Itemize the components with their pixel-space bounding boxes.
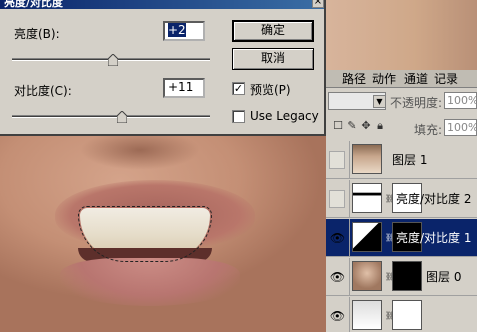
- tab-channels[interactable]: 通道: [402, 70, 430, 88]
- contrast-slider-thumb[interactable]: [116, 111, 127, 123]
- layer-row[interactable]: ⛓ 亮度/对比度 2: [326, 180, 477, 218]
- layer-name[interactable]: 图层 0: [426, 258, 461, 296]
- layer-thumbnail: [352, 300, 382, 330]
- ok-button[interactable]: 确定: [232, 20, 314, 42]
- lock-all-icon[interactable]: 🔒︎: [374, 120, 386, 132]
- photo-lower-lip: [60, 258, 240, 306]
- visibility-box[interactable]: [329, 151, 345, 169]
- contrast-label: 对比度(C):: [14, 84, 72, 98]
- tab-actions[interactable]: 动作: [370, 70, 398, 88]
- tab-history[interactable]: 记录: [432, 70, 460, 88]
- preview-label[interactable]: 预览(P): [250, 81, 291, 98]
- preview-checkbox[interactable]: ✓: [232, 82, 245, 95]
- mask-thumbnail[interactable]: [392, 300, 422, 330]
- contrast-slider-track[interactable]: [12, 115, 210, 118]
- visibility-toggle[interactable]: [326, 180, 350, 218]
- eye-icon[interactable]: 👁︎: [326, 258, 350, 296]
- visibility-toggle[interactable]: [326, 141, 350, 179]
- eye-icon[interactable]: 👁︎: [326, 219, 350, 257]
- blend-mode-select[interactable]: ▼: [328, 92, 386, 110]
- layer-name[interactable]: 图层 1: [392, 141, 427, 179]
- lock-transparent-icon[interactable]: ☐: [332, 120, 344, 132]
- lock-paint-icon[interactable]: ✎: [346, 120, 358, 132]
- adjustment-thumbnail: [352, 222, 382, 252]
- layer-row[interactable]: 👁︎ ⛓ 图层 0: [326, 258, 477, 296]
- brightness-field[interactable]: +2: [163, 21, 205, 41]
- link-icon[interactable]: ⛓: [385, 194, 395, 204]
- brightness-label: 亮度(B):: [14, 27, 60, 41]
- opacity-label: 不透明度:: [390, 96, 443, 110]
- layer-thumbnail: [352, 144, 382, 174]
- use-legacy-label[interactable]: Use Legacy: [250, 109, 319, 123]
- panel-tab-bar: 路径 动作 通道 记录: [326, 70, 477, 88]
- visibility-box[interactable]: [329, 190, 345, 208]
- checkmark-icon: ✓: [233, 82, 244, 95]
- eye-icon[interactable]: 👁︎: [326, 297, 350, 332]
- fill-label: 填充:: [414, 123, 443, 137]
- photo-skin-top: [320, 0, 477, 70]
- lock-move-icon[interactable]: ✥: [360, 120, 372, 132]
- adjustment-thumbnail: [352, 183, 382, 213]
- dialog-title[interactable]: 亮度/对比度: [0, 0, 324, 9]
- link-icon[interactable]: ⛓: [385, 311, 395, 321]
- brightness-slider-thumb[interactable]: [107, 54, 118, 66]
- brightness-contrast-dialog: 亮度/对比度 × 亮度(B): +2 对比度(C): +11 确定 取消 ✓ 预…: [0, 0, 326, 136]
- layers-panel: 路径 动作 通道 记录 ▼ 不透明度: 100% ☐ ✎ ✥ 🔒︎ 填充: 10…: [326, 70, 477, 332]
- opacity-field[interactable]: 100%: [444, 92, 477, 109]
- use-legacy-checkbox[interactable]: [232, 110, 245, 123]
- layer-name[interactable]: 亮度/对比度 2: [396, 180, 472, 218]
- link-icon[interactable]: ⛓: [385, 233, 395, 243]
- photo-nose-shadow: [80, 130, 200, 170]
- contrast-field[interactable]: +11: [163, 78, 205, 98]
- tab-paths[interactable]: 路径: [340, 70, 368, 88]
- layer-name[interactable]: 亮度/对比度 1: [396, 219, 472, 257]
- link-icon[interactable]: ⛓: [385, 272, 395, 282]
- layer-row-selected[interactable]: 👁︎ ⛓ 亮度/对比度 1: [326, 219, 477, 257]
- layer-row[interactable]: 👁︎ ⛓: [326, 297, 477, 332]
- brightness-value: +2: [168, 23, 186, 37]
- cancel-button[interactable]: 取消: [232, 48, 314, 70]
- fill-field[interactable]: 100%: [444, 119, 477, 136]
- layer-row[interactable]: 图层 1: [326, 141, 477, 179]
- layer-thumbnail: [352, 261, 382, 291]
- chevron-down-icon[interactable]: ▼: [373, 95, 386, 108]
- close-icon[interactable]: ×: [312, 0, 324, 8]
- mask-thumbnail[interactable]: [392, 261, 422, 291]
